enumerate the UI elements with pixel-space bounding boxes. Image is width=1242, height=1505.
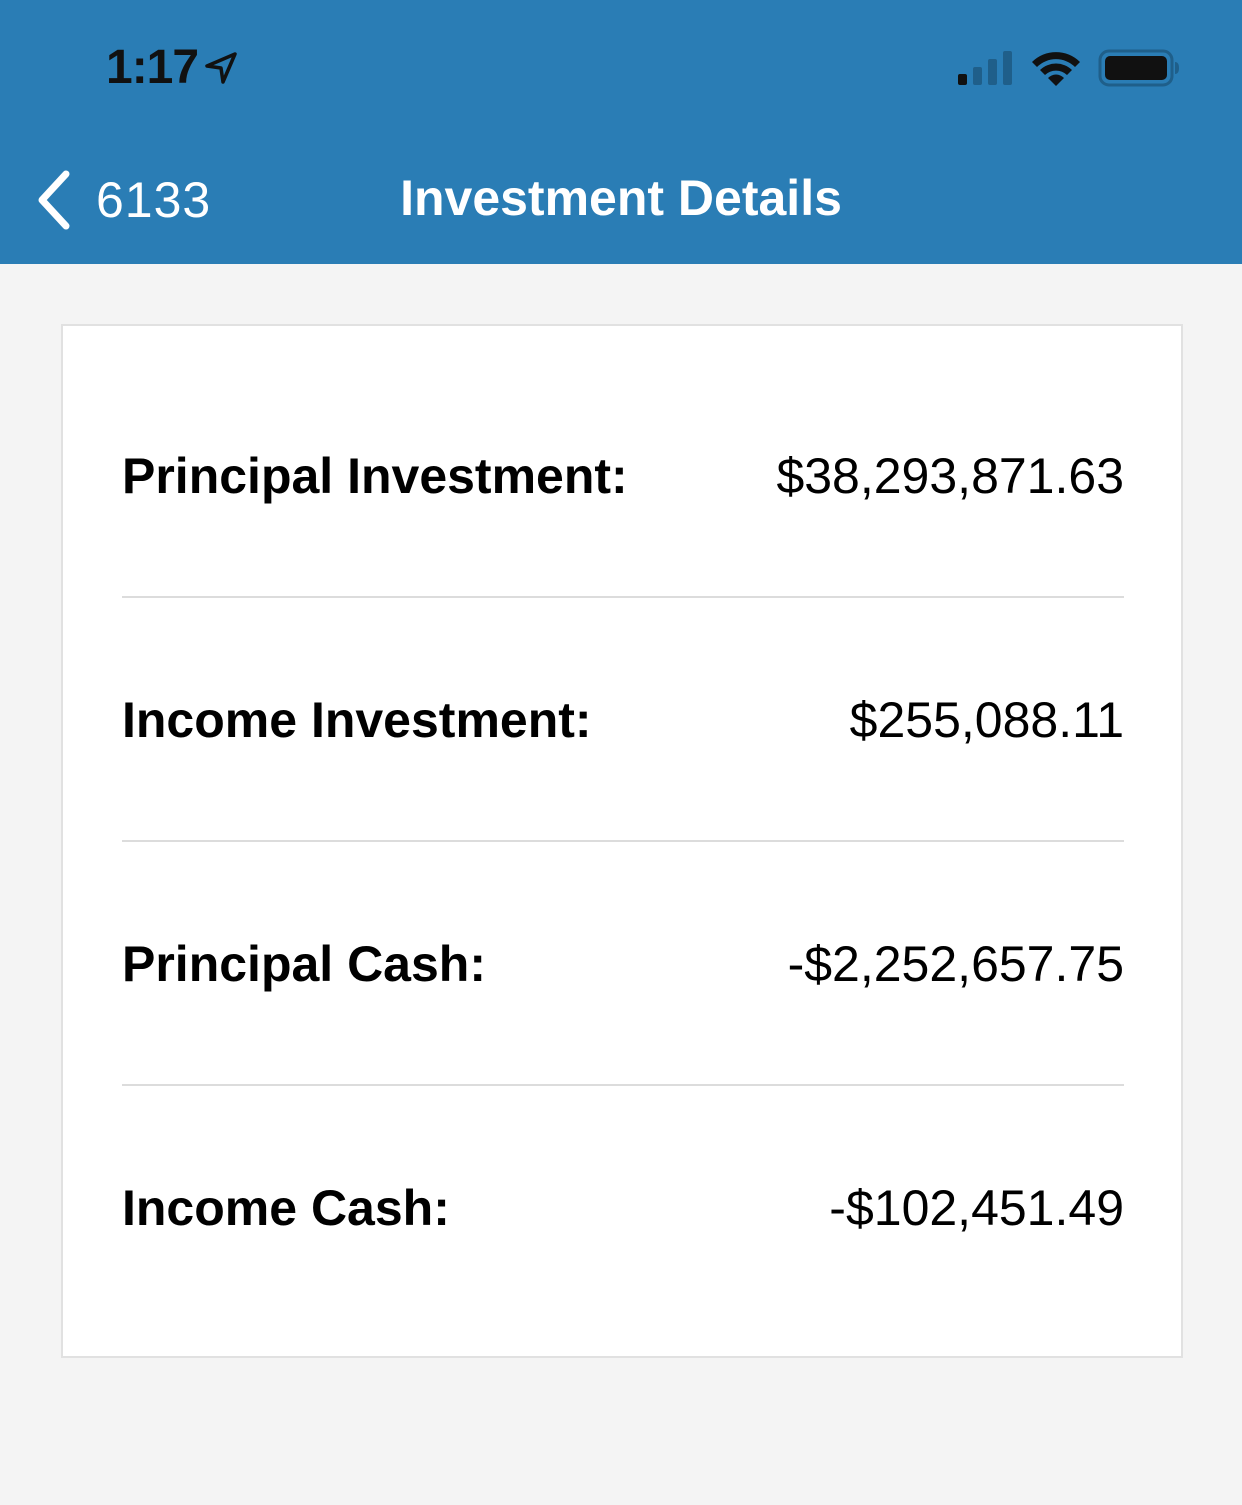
detail-row-principal-cash: Principal Cash: -$2,252,657.75: [122, 934, 1124, 994]
divider: [122, 596, 1124, 598]
detail-row-income-cash: Income Cash: -$102,451.49: [122, 1178, 1124, 1238]
detail-value: $38,293,871.63: [776, 448, 1124, 504]
detail-label: Principal Investment:: [122, 448, 628, 504]
investment-details-card: Principal Investment: $38,293,871.63 Inc…: [61, 324, 1183, 1358]
detail-row-income-investment: Income Investment: $255,088.11: [122, 690, 1124, 750]
navigation-header: 1:17 6133 Investment Details: [0, 0, 1242, 264]
detail-label: Principal Cash:: [122, 936, 486, 992]
page-title: Investment Details: [400, 170, 842, 226]
detail-label: Income Investment:: [122, 692, 592, 748]
detail-value: $255,088.11: [849, 692, 1124, 748]
wifi-icon: [1032, 52, 1080, 86]
cellular-signal-icon: [958, 51, 1012, 85]
location-arrow-icon: [205, 52, 237, 84]
battery-icon: [1098, 49, 1179, 87]
divider: [122, 840, 1124, 842]
detail-value: -$102,451.49: [829, 1180, 1124, 1236]
detail-row-principal-investment: Principal Investment: $38,293,871.63: [122, 446, 1124, 506]
status-time: 1:17: [106, 41, 199, 94]
detail-label: Income Cash:: [122, 1180, 450, 1236]
divider: [122, 1084, 1124, 1086]
detail-value: -$2,252,657.75: [787, 936, 1124, 992]
